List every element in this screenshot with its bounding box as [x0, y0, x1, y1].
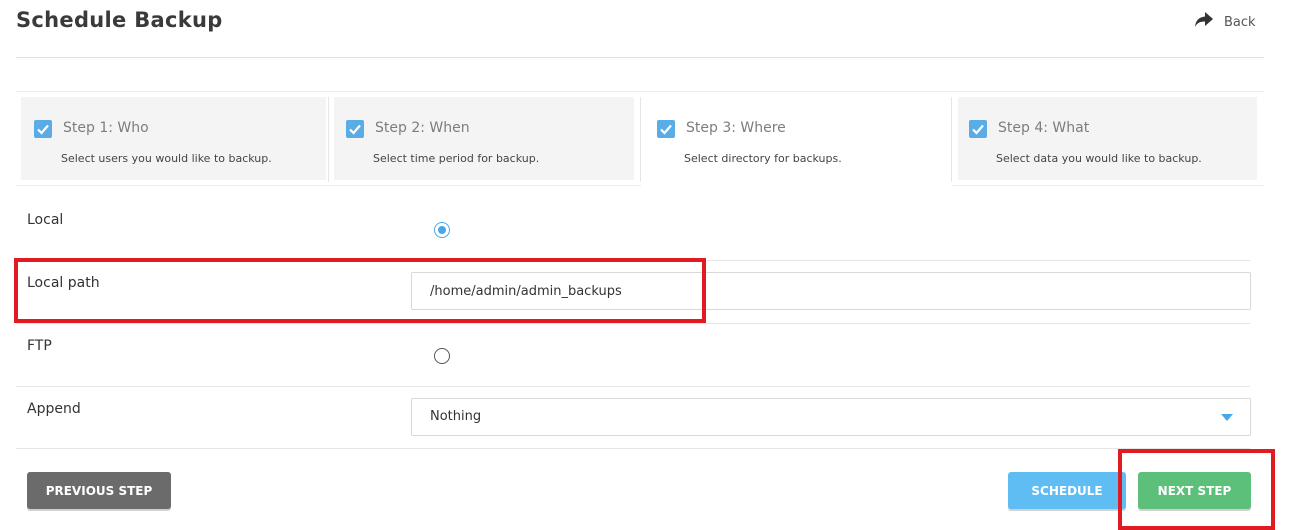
- checkbox-checked-icon: [34, 120, 52, 138]
- local-label: Local: [27, 212, 64, 228]
- append-select[interactable]: Nothing: [411, 398, 1251, 436]
- ftp-radio[interactable]: [434, 348, 450, 364]
- checkbox-checked-icon: [346, 120, 364, 138]
- step-1-who[interactable]: Step 1: Who Select users you would like …: [21, 97, 326, 180]
- step-description: Select data you would like to backup.: [996, 152, 1202, 165]
- form-row-ftp: FTP: [16, 324, 1250, 387]
- step-3-where[interactable]: Step 3: Where Select directory for backu…: [641, 97, 950, 186]
- local-path-label: Local path: [27, 275, 100, 291]
- back-link[interactable]: Back: [1194, 11, 1256, 33]
- checkbox-checked-icon: [657, 120, 675, 138]
- steps-top-divider: [16, 91, 1264, 92]
- step-description: Select users you would like to backup.: [61, 152, 272, 165]
- caret-down-icon: [1221, 414, 1233, 421]
- ftp-label: FTP: [27, 338, 52, 354]
- step-4-what[interactable]: Step 4: What Select data you would like …: [958, 97, 1257, 180]
- append-label: Append: [27, 401, 81, 417]
- append-select-value: Nothing: [430, 409, 482, 424]
- header-divider: [16, 57, 1264, 58]
- local-path-input[interactable]: [411, 272, 1251, 310]
- local-radio[interactable]: [434, 222, 450, 238]
- form-row-local: Local: [16, 186, 1250, 261]
- step-separator: [328, 97, 329, 182]
- back-label: Back: [1224, 14, 1256, 30]
- step-title: Step 1: Who: [63, 120, 149, 136]
- checkbox-checked-icon: [969, 120, 987, 138]
- step-title: Step 4: What: [998, 120, 1090, 136]
- step-title: Step 3: Where: [686, 120, 786, 136]
- step-description: Select directory for backups.: [684, 152, 842, 165]
- previous-step-button[interactable]: PREVIOUS STEP: [27, 472, 171, 509]
- next-step-button[interactable]: NEXT STEP: [1138, 472, 1251, 509]
- step-description: Select time period for backup.: [373, 152, 540, 165]
- share-arrow-icon: [1194, 11, 1214, 33]
- step-title: Step 2: When: [375, 120, 470, 136]
- step-2-when[interactable]: Step 2: When Select time period for back…: [334, 97, 634, 180]
- step-separator: [951, 97, 952, 182]
- page-title: Schedule Backup: [16, 8, 223, 32]
- schedule-button[interactable]: SCHEDULE: [1008, 472, 1126, 509]
